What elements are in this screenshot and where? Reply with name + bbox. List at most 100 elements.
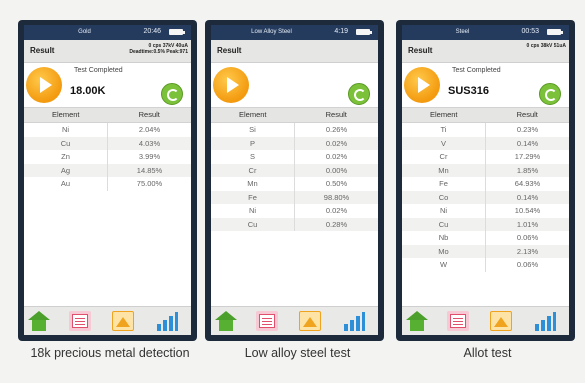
table-row: Cu 1.01% — [402, 217, 569, 231]
table-row: Au 75.00% — [24, 177, 191, 191]
info-line: Deadtime:0.5% Peak:971 — [129, 49, 188, 55]
result-cell: 2.04% — [138, 125, 161, 134]
table-row: Cu 0.28% — [211, 217, 378, 231]
test-summary — [211, 63, 378, 107]
table-row: Ni 10.54% — [402, 204, 569, 218]
refresh-icon[interactable] — [539, 83, 561, 105]
result-title: Result — [408, 46, 433, 55]
result-cell: 64.93% — [514, 179, 541, 188]
element-cell: Ni — [24, 123, 108, 137]
result-cell: 0.28% — [325, 219, 348, 229]
result-cell: 0.06% — [516, 260, 539, 269]
mode-label: Gold — [78, 29, 91, 35]
table-row: Cu 4.03% — [24, 136, 191, 150]
table-row: Cr 0.00% — [211, 163, 378, 177]
battery-icon — [356, 29, 372, 35]
bar-chart-icon[interactable] — [156, 311, 178, 331]
measurement-info: 0 cps 37kV 40uA Deadtime:0.5% Peak:971 — [129, 43, 188, 55]
element-cell: Mn — [402, 163, 486, 177]
result-cell: 0.02% — [325, 138, 348, 148]
results-table: Ti 0.23% V 0.14% Cr 17.29% Mn 1.85% Fe 6… — [402, 123, 569, 272]
element-cell: W — [402, 258, 486, 272]
play-icon[interactable] — [26, 67, 62, 103]
column-header-element: Element — [51, 110, 80, 119]
report-icon[interactable] — [69, 311, 91, 331]
refresh-icon[interactable] — [348, 83, 370, 105]
element-cell: V — [402, 136, 486, 150]
table-header: Element Result — [402, 107, 569, 123]
test-summary: Test Completed 18.00K — [24, 63, 191, 107]
home-icon[interactable] — [28, 311, 50, 331]
result-cell: 2.13% — [516, 246, 539, 256]
analyzer-device: Gold 20:46 Result 0 cps 37kV 40uA Deadti… — [18, 20, 197, 341]
table-row: Fe 64.93% — [402, 177, 569, 191]
clock: 4:19 — [334, 28, 348, 35]
element-cell: Mo — [402, 244, 486, 258]
result-cell: 0.23% — [516, 125, 539, 134]
bar-chart-icon[interactable] — [534, 311, 556, 331]
result-cell: 0.02% — [325, 206, 348, 215]
test-summary: Test Completed SUS316 — [402, 63, 569, 107]
element-cell: Zn — [24, 150, 108, 164]
play-icon[interactable] — [213, 67, 249, 103]
spectrum-icon[interactable] — [112, 311, 134, 331]
column-header-element: Element — [429, 110, 458, 119]
device-caption: Low alloy steel test — [244, 346, 351, 360]
result-cell: 98.80% — [323, 192, 350, 202]
element-cell: P — [211, 136, 295, 150]
element-cell: Cu — [402, 217, 486, 231]
refresh-icon[interactable] — [161, 83, 183, 105]
home-icon[interactable] — [406, 311, 428, 331]
result-cell: 0.00% — [325, 165, 348, 175]
spectrum-icon[interactable] — [299, 311, 321, 331]
status-bar: Low Alloy Steel 4:19 — [211, 25, 378, 40]
device-caption: Allot test — [463, 346, 512, 360]
report-icon[interactable] — [447, 311, 469, 331]
column-header-element: Element — [238, 110, 267, 119]
bottom-tab-bar — [402, 306, 569, 335]
device-screen: Steel 00:53 Result 0 cps 38kV 51uA Test … — [402, 25, 569, 335]
device-caption: 18k precious metal detection — [30, 346, 190, 360]
table-row: Nb 0.06% — [402, 231, 569, 245]
spectrum-icon[interactable] — [490, 311, 512, 331]
element-cell: Ni — [402, 204, 486, 218]
table-row: W 0.06% — [402, 258, 569, 272]
table-row: Fe 98.80% — [211, 190, 378, 204]
result-cell: 0.50% — [325, 179, 348, 188]
table-row: P 0.02% — [211, 136, 378, 150]
table-header: Element Result — [211, 107, 378, 123]
table-row: Mn 0.50% — [211, 177, 378, 191]
bar-chart-icon[interactable] — [343, 311, 365, 331]
result-cell: 0.14% — [516, 138, 539, 148]
analyzer-device: Low Alloy Steel 4:19 Result Element Resu… — [205, 20, 384, 341]
device-screen: Low Alloy Steel 4:19 Result Element Resu… — [211, 25, 378, 335]
result-cell: 0.26% — [325, 125, 348, 134]
result-cell: 10.54% — [514, 206, 541, 215]
table-row: V 0.14% — [402, 136, 569, 150]
table-row: Co 0.14% — [402, 190, 569, 204]
play-icon[interactable] — [404, 67, 440, 103]
element-cell: Au — [24, 177, 108, 191]
result-header: Result 0 cps 38kV 51uA — [402, 40, 569, 63]
result-cell: 3.99% — [138, 152, 161, 161]
report-icon[interactable] — [256, 311, 278, 331]
table-row: Mo 2.13% — [402, 244, 569, 258]
result-cell: 4.03% — [138, 138, 161, 148]
device-screen: Gold 20:46 Result 0 cps 37kV 40uA Deadti… — [24, 25, 191, 335]
table-row: Ni 2.04% — [24, 123, 191, 137]
result-cell: 0.06% — [516, 233, 539, 242]
element-cell: Cu — [211, 217, 295, 231]
element-cell: Mn — [211, 177, 295, 191]
battery-icon — [169, 29, 185, 35]
results-table: Ni 2.04% Cu 4.03% Zn 3.99% Ag 14.85% Au … — [24, 123, 191, 191]
analyzer-device: Steel 00:53 Result 0 cps 38kV 51uA Test … — [396, 20, 575, 341]
mode-label: Low Alloy Steel — [251, 29, 292, 35]
home-icon[interactable] — [215, 311, 237, 331]
table-row: Cr 17.29% — [402, 150, 569, 164]
result-cell: 17.29% — [514, 152, 541, 161]
info-line: 0 cps 38kV 51uA — [526, 43, 566, 49]
results-table: Si 0.26% P 0.02% S 0.02% Cr 0.00% Mn 0.5… — [211, 123, 378, 231]
status-bar: Steel 00:53 — [402, 25, 569, 40]
result-title: Result — [30, 46, 55, 55]
test-status: Test Completed — [74, 67, 123, 74]
